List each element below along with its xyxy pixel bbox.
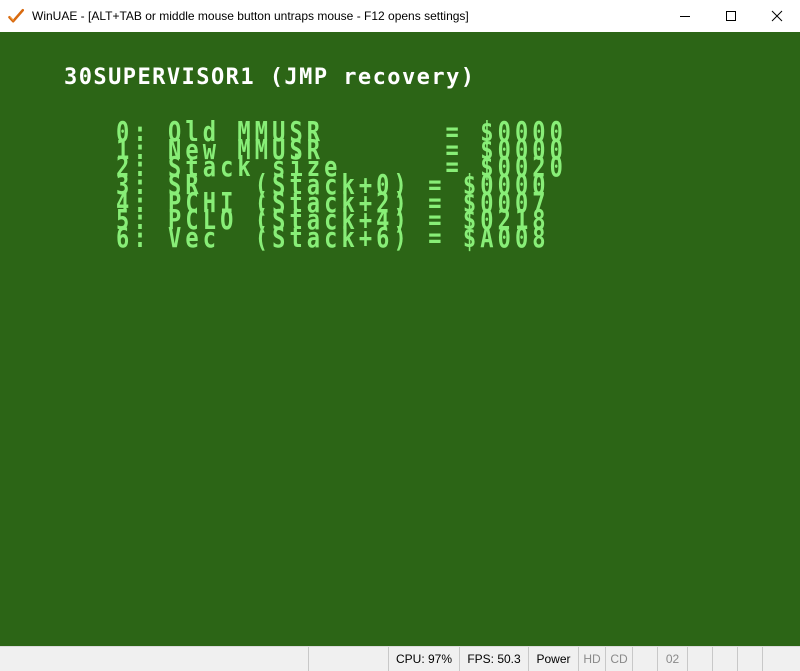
status-empty-6	[737, 647, 762, 671]
maximize-icon	[726, 11, 736, 21]
emulator-display[interactable]: 30SUPERVISOR1 (JMP recovery) 0: Old MMUS…	[0, 32, 800, 646]
status-bar: CPU: 97% FPS: 50.3 Power HD CD 02	[0, 646, 800, 671]
register-row-6: 6: Vec (Stack+6) = $A008	[116, 223, 550, 255]
status-empty-5	[712, 647, 737, 671]
status-df0-track[interactable]: 02	[657, 647, 687, 671]
status-hd-led[interactable]: HD	[578, 647, 605, 671]
close-icon	[771, 10, 783, 22]
status-empty-3	[632, 647, 657, 671]
winuae-window: WinUAE - [ALT+TAB or middle mouse button…	[0, 0, 800, 671]
status-empty-4	[687, 647, 712, 671]
test-title-text: 30SUPERVISOR1 (JMP recovery)	[64, 65, 476, 90]
register-list: 0: Old MMUSR = $0000 1: New MMUSR = $000…	[116, 119, 567, 252]
close-button[interactable]	[754, 0, 800, 32]
minimize-icon	[680, 16, 690, 17]
status-empty-7	[762, 647, 800, 671]
title-bar[interactable]: WinUAE - [ALT+TAB or middle mouse button…	[0, 0, 800, 32]
test-title: 30SUPERVISOR1 (JMP recovery)	[64, 66, 475, 90]
maximize-button[interactable]	[708, 0, 754, 32]
status-empty-1	[0, 647, 308, 671]
status-empty-2	[308, 647, 388, 671]
minimize-button[interactable]	[662, 0, 708, 32]
status-cpu: CPU: 97%	[388, 647, 459, 671]
status-power-led[interactable]: Power	[528, 647, 578, 671]
status-cd-led[interactable]: CD	[605, 647, 632, 671]
winuae-checkmark-icon[interactable]	[8, 8, 24, 24]
status-fps: FPS: 50.3	[459, 647, 528, 671]
window-title: WinUAE - [ALT+TAB or middle mouse button…	[32, 9, 469, 23]
window-controls	[662, 0, 800, 32]
